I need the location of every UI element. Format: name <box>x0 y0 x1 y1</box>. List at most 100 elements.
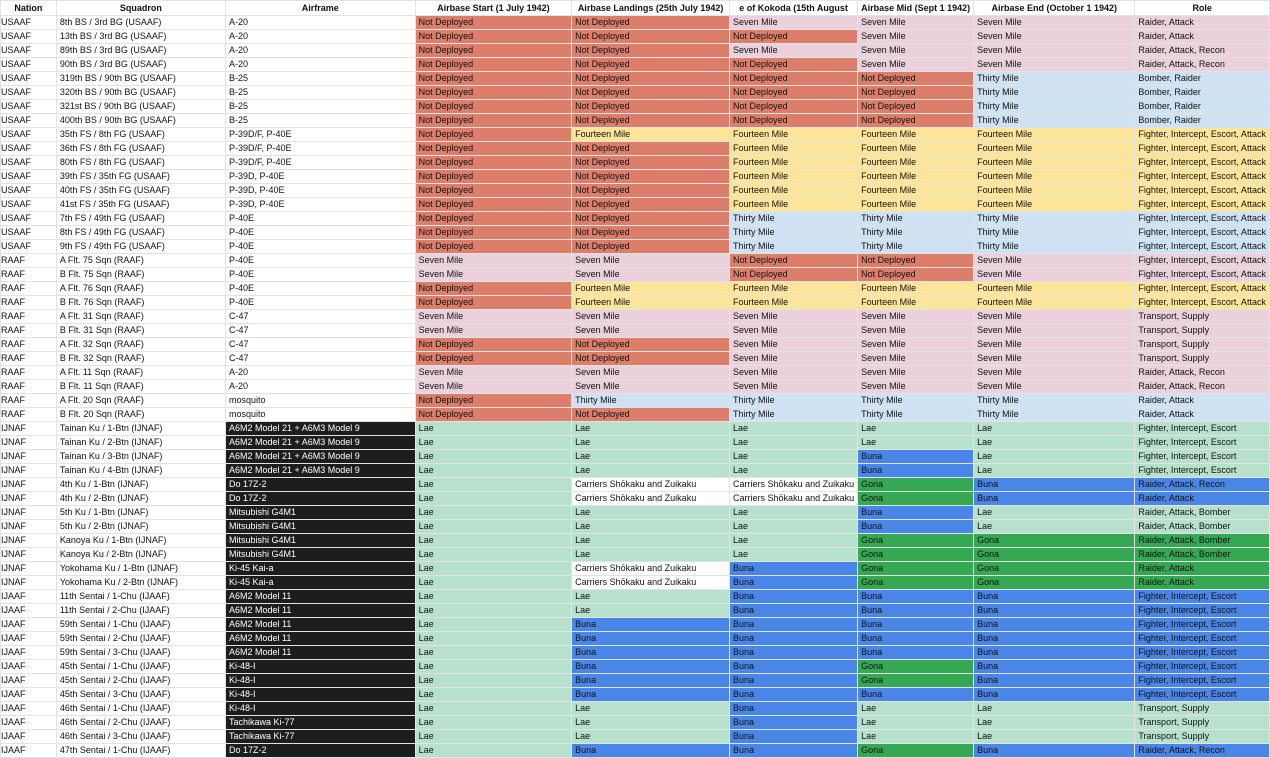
nation-cell[interactable]: IJNAF <box>0 575 57 590</box>
airbase-mid-cell[interactable]: Seven Mile <box>857 43 975 58</box>
airframe-cell[interactable]: Do 17Z-2 <box>224 477 416 492</box>
role-cell[interactable]: Raider, Attack, Recon <box>1134 43 1270 58</box>
airbase-end-cell[interactable]: Seven Mile <box>973 267 1136 282</box>
column-header[interactable]: Airframe <box>224 0 416 16</box>
airframe-cell[interactable]: P-39D, P-40E <box>224 183 416 198</box>
airbase-end-cell[interactable]: Buna <box>973 743 1136 758</box>
nation-cell[interactable]: RAAF <box>0 407 57 422</box>
airbase-mid-cell[interactable]: Not Deployed <box>857 71 975 86</box>
airframe-cell[interactable]: A6M2 Model 21 + A6M3 Model 9 <box>224 435 416 450</box>
airframe-cell[interactable]: A6M2 Model 21 + A6M3 Model 9 <box>224 449 416 464</box>
airbase-kokoda-cell[interactable]: Seven Mile <box>729 43 859 58</box>
airbase-start-cell[interactable]: Seven Mile <box>414 323 573 338</box>
role-cell[interactable]: Raider, Attack <box>1134 29 1270 44</box>
role-cell[interactable]: Fighter, Intercept, Escort <box>1134 631 1270 646</box>
airframe-cell[interactable]: C-47 <box>224 323 416 338</box>
airbase-start-cell[interactable]: Not Deployed <box>414 393 573 408</box>
airframe-cell[interactable]: A-20 <box>224 365 416 380</box>
airbase-kokoda-cell[interactable]: Buna <box>729 589 859 604</box>
airbase-end-cell[interactable]: Seven Mile <box>973 323 1136 338</box>
squadron-cell[interactable]: 4th Ku / 1-Btn (IJNAF) <box>55 477 226 492</box>
airbase-kokoda-cell[interactable]: Buna <box>729 687 859 702</box>
role-cell[interactable]: Raider, Attack, Bomber <box>1134 533 1270 548</box>
airframe-cell[interactable]: P-40E <box>224 281 416 296</box>
role-cell[interactable]: Fighter, Intercept, Escort, Attack <box>1134 141 1270 156</box>
squadron-cell[interactable]: Yokohama Ku / 2-Btn (IJNAF) <box>55 575 226 590</box>
airbase-end-cell[interactable]: Gona <box>973 533 1136 548</box>
airframe-cell[interactable]: A6M2 Model 21 + A6M3 Model 9 <box>224 421 416 436</box>
airbase-kokoda-cell[interactable]: Lae <box>729 435 859 450</box>
airbase-start-cell[interactable]: Not Deployed <box>414 85 573 100</box>
airframe-cell[interactable]: Do 17Z-2 <box>224 491 416 506</box>
airbase-kokoda-cell[interactable]: Thirty Mile <box>729 407 859 422</box>
role-cell[interactable]: Fighter, Intercept, Escort, Attack <box>1134 211 1270 226</box>
role-cell[interactable]: Bomber, Raider <box>1134 71 1270 86</box>
airbase-landings-cell[interactable]: Lae <box>571 589 731 604</box>
squadron-cell[interactable]: Tainan Ku / 2-Btn (IJNAF) <box>55 435 226 450</box>
squadron-cell[interactable]: 11th Sentai / 1-Chu (IJAAF) <box>55 589 226 604</box>
column-header[interactable]: Nation <box>0 0 57 16</box>
airbase-mid-cell[interactable]: Buna <box>857 617 975 632</box>
airbase-kokoda-cell[interactable]: Lae <box>729 449 859 464</box>
airbase-kokoda-cell[interactable]: Not Deployed <box>729 113 859 128</box>
airbase-kokoda-cell[interactable]: Buna <box>729 673 859 688</box>
airbase-start-cell[interactable]: Lae <box>414 449 573 464</box>
role-cell[interactable]: Raider, Attack <box>1134 15 1270 30</box>
airbase-landings-cell[interactable]: Not Deployed <box>571 155 731 170</box>
airbase-end-cell[interactable]: Lae <box>973 729 1136 744</box>
airbase-mid-cell[interactable]: Seven Mile <box>857 323 975 338</box>
role-cell[interactable]: Raider, Attack <box>1134 407 1270 422</box>
role-cell[interactable]: Fighter, Intercept, Escort <box>1134 659 1270 674</box>
column-header[interactable]: Airbase Start (1 July 1942) <box>414 0 573 16</box>
airbase-landings-cell[interactable]: Carriers Shōkaku and Zuikaku <box>571 561 731 576</box>
airbase-kokoda-cell[interactable]: Thirty Mile <box>729 393 859 408</box>
airbase-mid-cell[interactable]: Thirty Mile <box>857 239 975 254</box>
airbase-kokoda-cell[interactable]: Lae <box>729 547 859 562</box>
squadron-cell[interactable]: 36th FS / 8th FG (USAAF) <box>55 141 226 156</box>
airframe-cell[interactable]: P-40E <box>224 225 416 240</box>
airbase-end-cell[interactable]: Fourteen Mile <box>973 169 1136 184</box>
role-cell[interactable]: Transport, Supply <box>1134 309 1270 324</box>
airbase-start-cell[interactable]: Not Deployed <box>414 225 573 240</box>
squadron-cell[interactable]: 41st FS / 35th FG (USAAF) <box>55 197 226 212</box>
role-cell[interactable]: Transport, Supply <box>1134 337 1270 352</box>
squadron-cell[interactable]: 59th Sentai / 2-Chu (IJAAF) <box>55 631 226 646</box>
airframe-cell[interactable]: P-40E <box>224 253 416 268</box>
airbase-mid-cell[interactable]: Fourteen Mile <box>857 155 975 170</box>
airframe-cell[interactable]: P-39D, P-40E <box>224 169 416 184</box>
airbase-landings-cell[interactable]: Not Deployed <box>571 43 731 58</box>
airbase-kokoda-cell[interactable]: Not Deployed <box>729 57 859 72</box>
airbase-landings-cell[interactable]: Seven Mile <box>571 365 731 380</box>
airbase-kokoda-cell[interactable]: Thirty Mile <box>729 211 859 226</box>
nation-cell[interactable]: RAAF <box>0 337 57 352</box>
airbase-landings-cell[interactable]: Buna <box>571 659 731 674</box>
airbase-landings-cell[interactable]: Buna <box>571 645 731 660</box>
airbase-mid-cell[interactable]: Thirty Mile <box>857 407 975 422</box>
nation-cell[interactable]: IJNAF <box>0 435 57 450</box>
squadron-cell[interactable]: 47th Sentai / 1-Chu (IJAAF) <box>55 743 226 758</box>
airbase-mid-cell[interactable]: Lae <box>857 701 975 716</box>
nation-cell[interactable]: IJAAF <box>0 729 57 744</box>
airbase-end-cell[interactable]: Fourteen Mile <box>973 127 1136 142</box>
airbase-end-cell[interactable]: Gona <box>973 575 1136 590</box>
airbase-mid-cell[interactable]: Gona <box>857 491 975 506</box>
airbase-start-cell[interactable]: Lae <box>414 533 573 548</box>
squadron-cell[interactable]: 5th Ku / 1-Btn (IJNAF) <box>55 505 226 520</box>
squadron-cell[interactable]: Tainan Ku / 4-Btn (IJNAF) <box>55 463 226 478</box>
airbase-landings-cell[interactable]: Lae <box>571 505 731 520</box>
role-cell[interactable]: Fighter, Intercept, Escort <box>1134 603 1270 618</box>
airbase-mid-cell[interactable]: Seven Mile <box>857 379 975 394</box>
role-cell[interactable]: Fighter, Intercept, Escort, Attack <box>1134 239 1270 254</box>
airbase-mid-cell[interactable]: Seven Mile <box>857 337 975 352</box>
airbase-landings-cell[interactable]: Lae <box>571 421 731 436</box>
airbase-end-cell[interactable]: Thirty Mile <box>973 99 1136 114</box>
airframe-cell[interactable]: P-39D, P-40E <box>224 197 416 212</box>
airbase-mid-cell[interactable]: Buna <box>857 687 975 702</box>
airbase-landings-cell[interactable]: Buna <box>571 617 731 632</box>
airframe-cell[interactable]: P-39D/F, P-40E <box>224 155 416 170</box>
nation-cell[interactable]: IJNAF <box>0 533 57 548</box>
squadron-cell[interactable]: A Flt. 11 Sqn (RAAF) <box>55 365 226 380</box>
airframe-cell[interactable]: Mitsubishi G4M1 <box>224 519 416 534</box>
squadron-cell[interactable]: 319th BS / 90th BG (USAAF) <box>55 71 226 86</box>
role-cell[interactable]: Raider, Attack, Recon <box>1134 477 1270 492</box>
